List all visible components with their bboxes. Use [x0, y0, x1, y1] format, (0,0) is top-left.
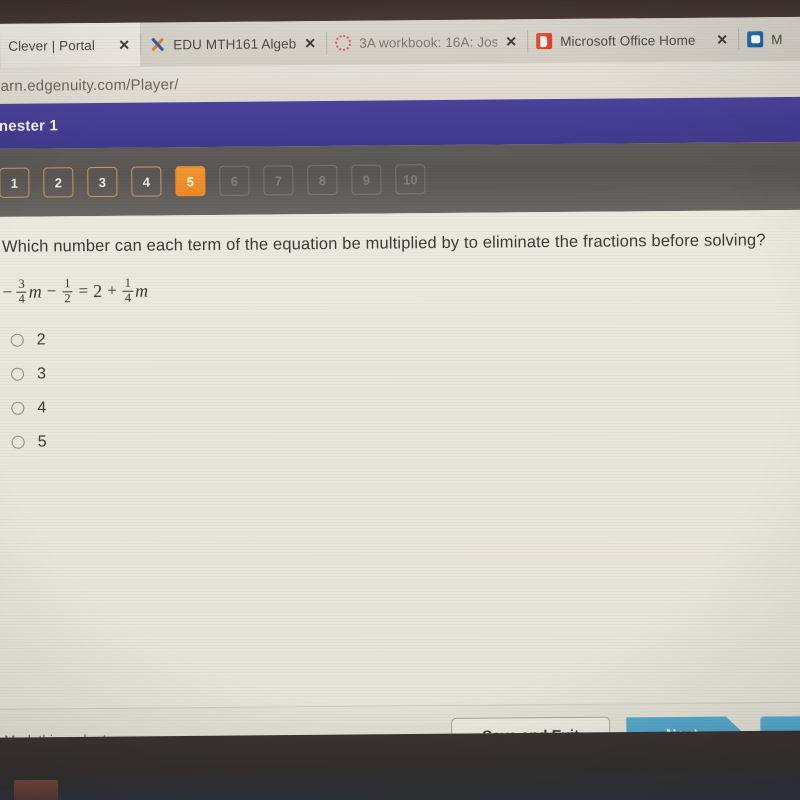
question-nav-item-1[interactable]: 1 — [0, 167, 30, 198]
equation-operator-minus: − — [46, 281, 57, 301]
radio-button-icon[interactable] — [11, 435, 25, 449]
fraction-denominator: 4 — [122, 290, 134, 305]
answer-option-label: 5 — [37, 433, 47, 451]
answer-option-5[interactable]: 5 — [4, 427, 800, 452]
answer-option-2[interactable]: 2 — [3, 325, 800, 350]
close-icon[interactable]: ✕ — [716, 32, 728, 48]
question-nav-item-10: 10 — [395, 164, 426, 195]
question-nav-item-7: 7 — [263, 165, 294, 196]
browser-tab-strip: Clever | Portal ✕ EDU MTH161 Algebra ✕ 3… — [0, 16, 800, 68]
answer-option-label: 3 — [36, 365, 47, 383]
question-nav-item-5[interactable]: 5 — [175, 166, 206, 197]
app-header: nester 1 — [0, 96, 800, 149]
equation-constant-two: 2 — [93, 280, 103, 301]
question-nav-item-8: 8 — [307, 164, 338, 196]
url-text: arn.edgenuity.com/Player/ — [0, 75, 179, 95]
taskbar-item — [14, 780, 58, 800]
radio-button-icon[interactable] — [10, 333, 24, 347]
fraction-denominator: 4 — [16, 291, 27, 306]
equation-equals-sign: = — [78, 281, 89, 301]
answer-options-list: 2 3 4 5 — [3, 325, 800, 452]
tab-title: Clever | Portal — [8, 37, 96, 54]
browser-tab-edu-mth161[interactable]: EDU MTH161 Algebra ✕ — [141, 21, 326, 67]
tab-title: EDU MTH161 Algebra — [173, 35, 297, 52]
screenshot-root: Clever | Portal ✕ EDU MTH161 Algebra ✕ 3… — [0, 0, 800, 800]
close-icon[interactable]: ✕ — [505, 33, 517, 49]
course-title: nester 1 — [0, 117, 59, 135]
red-ring-icon — [335, 34, 352, 51]
monitor-bottom-bezel — [0, 730, 800, 800]
radio-button-icon[interactable] — [11, 367, 25, 381]
question-nav-item-3[interactable]: 3 — [87, 166, 118, 198]
radio-button-icon[interactable] — [11, 401, 25, 415]
x-logo-icon — [149, 36, 165, 52]
question-nav-item-2[interactable]: 2 — [43, 167, 74, 198]
browser-tab-clever-portal[interactable]: Clever | Portal ✕ — [0, 22, 141, 68]
screen-area: Clever | Portal ✕ EDU MTH161 Algebra ✕ 3… — [0, 16, 800, 742]
fraction-three-fourths: 3 4 — [16, 277, 27, 306]
answer-option-label: 2 — [36, 331, 46, 349]
question-nav-item-4[interactable]: 4 — [131, 166, 162, 197]
fraction-numerator: 1 — [64, 276, 71, 291]
tab-title: M — [771, 31, 783, 47]
fraction-one-fourth: 1 4 — [122, 276, 134, 305]
fraction-one-half: 1 2 — [62, 276, 73, 306]
equation-leading-minus: − — [2, 281, 13, 302]
answer-option-3[interactable]: 3 — [3, 359, 800, 384]
close-icon[interactable]: ✕ — [304, 35, 316, 51]
close-icon[interactable]: ✕ — [118, 37, 130, 53]
question-equation: − 3 4 m − 1 2 = 2 + 1 4 m — [2, 271, 800, 306]
answer-option-label: 4 — [37, 399, 47, 417]
variable-m: m — [134, 280, 149, 301]
question-number-nav: 1 2 3 4 5 6 7 8 9 10 — [0, 141, 800, 217]
fraction-numerator: 3 — [18, 277, 25, 292]
office-icon — [536, 33, 553, 50]
variable-m: m — [28, 281, 42, 302]
browser-tab-3a-workbook[interactable]: 3A workbook: 16A: Jose ✕ — [327, 19, 527, 65]
equation-operator-plus: + — [107, 280, 117, 300]
question-content: Which number can each term of the equati… — [0, 209, 800, 709]
question-nav-item-9: 9 — [351, 164, 382, 195]
tab-title: Microsoft Office Home — [560, 32, 696, 49]
question-nav-item-6: 6 — [219, 165, 250, 196]
browser-tab-outlook[interactable]: M — [739, 17, 800, 62]
answer-option-4[interactable]: 4 — [3, 393, 800, 418]
outlook-icon — [747, 31, 764, 48]
question-prompt: Which number can each term of the equati… — [1, 231, 766, 256]
browser-tab-microsoft-office-home[interactable]: Microsoft Office Home ✕ — [528, 17, 738, 63]
tab-title: 3A workbook: 16A: Jose — [359, 34, 498, 51]
fraction-denominator: 2 — [62, 290, 73, 306]
fraction-numerator: 1 — [124, 276, 132, 291]
